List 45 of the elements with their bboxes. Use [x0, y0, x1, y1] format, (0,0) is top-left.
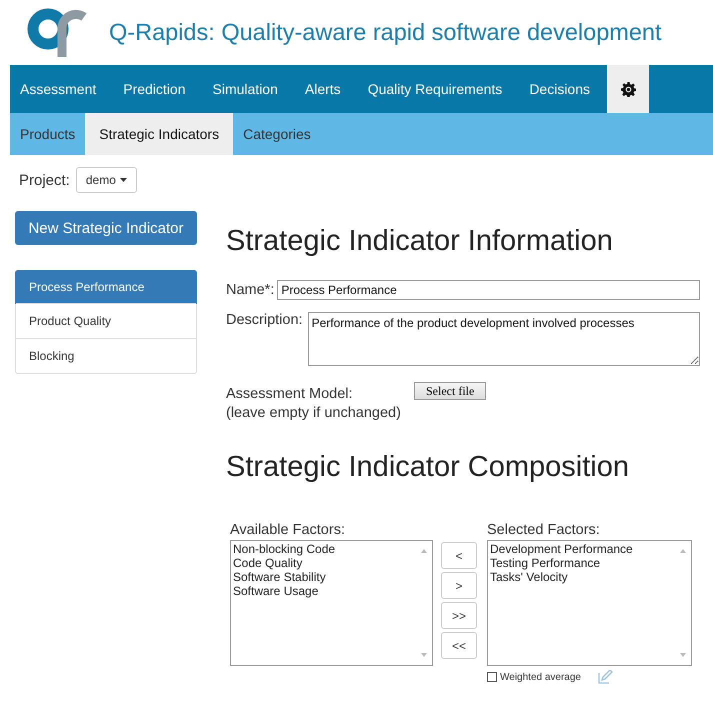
factor-option[interactable]: Code Quality: [233, 556, 414, 570]
name-field[interactable]: Process Performance: [277, 280, 700, 300]
nav-tab[interactable]: Simulation: [202, 65, 288, 113]
select-file-button[interactable]: Select file: [414, 382, 486, 400]
new-indicator-button[interactable]: New Strategic Indicator: [15, 211, 197, 245]
site-title: Q-Rapids: Quality-aware rapid software development: [109, 19, 662, 46]
factor-option[interactable]: Software Stability: [233, 570, 414, 584]
description-field[interactable]: Performance of the product development involved processes: [308, 312, 700, 366]
move-button[interactable]: <: [441, 542, 477, 569]
weighted-checkbox[interactable]: [487, 672, 497, 682]
nav-tab[interactable]: Quality Requirements: [358, 65, 512, 113]
move-button[interactable]: <<: [441, 632, 477, 659]
indicator-item[interactable]: Blocking: [16, 338, 196, 373]
move-button[interactable]: >: [441, 572, 477, 599]
project-label: Project:: [19, 172, 70, 188]
factor-option[interactable]: Tasks' Velocity: [490, 570, 673, 584]
nav-tab[interactable]: Prediction: [113, 65, 196, 113]
factor-option[interactable]: Development Performance: [490, 542, 673, 556]
selected-listbox[interactable]: Development Performance Testing Performance Tasks' Velocity: [487, 540, 692, 666]
weighted-label: Weighted average: [500, 672, 581, 682]
section-heading: Strategic Indicator Information: [226, 225, 614, 258]
sub-tab[interactable]: Strategic Indicators: [85, 113, 234, 155]
available-listbox[interactable]: Non-blocking Code Code Quality Software Stability Software Usage: [230, 540, 433, 666]
caret-icon: [120, 178, 127, 182]
section-heading: Strategic Indicator Composition: [226, 451, 630, 484]
sub-tab[interactable]: Categories: [233, 113, 321, 155]
factor-option[interactable]: Testing Performance: [490, 556, 673, 570]
nav-tab[interactable]: Assessment: [10, 65, 106, 113]
move-button[interactable]: >>: [441, 602, 477, 629]
settings-tab[interactable]: [607, 65, 650, 113]
indicator-item[interactable]: Product Quality: [16, 303, 196, 338]
nav-tab[interactable]: Alerts: [294, 65, 351, 113]
sub-tab[interactable]: Products: [10, 113, 86, 155]
description-label: Description:: [226, 312, 303, 328]
model-label: Assessment Model:: [226, 386, 354, 402]
settings-icon: [620, 82, 636, 96]
available-label: Available Factors:: [230, 522, 346, 538]
name-label: Name*:: [226, 282, 274, 298]
selected-label: Selected Factors:: [487, 522, 601, 538]
factor-option[interactable]: Software Usage: [233, 584, 414, 598]
nav-tab[interactable]: Decisions: [519, 65, 600, 113]
factor-option[interactable]: Non-blocking Code: [233, 542, 414, 556]
project-dropdown[interactable]: demo: [76, 167, 137, 193]
model-hint: (leave empty if unchanged): [226, 405, 402, 421]
indicator-item[interactable]: Process Performance: [15, 270, 197, 304]
